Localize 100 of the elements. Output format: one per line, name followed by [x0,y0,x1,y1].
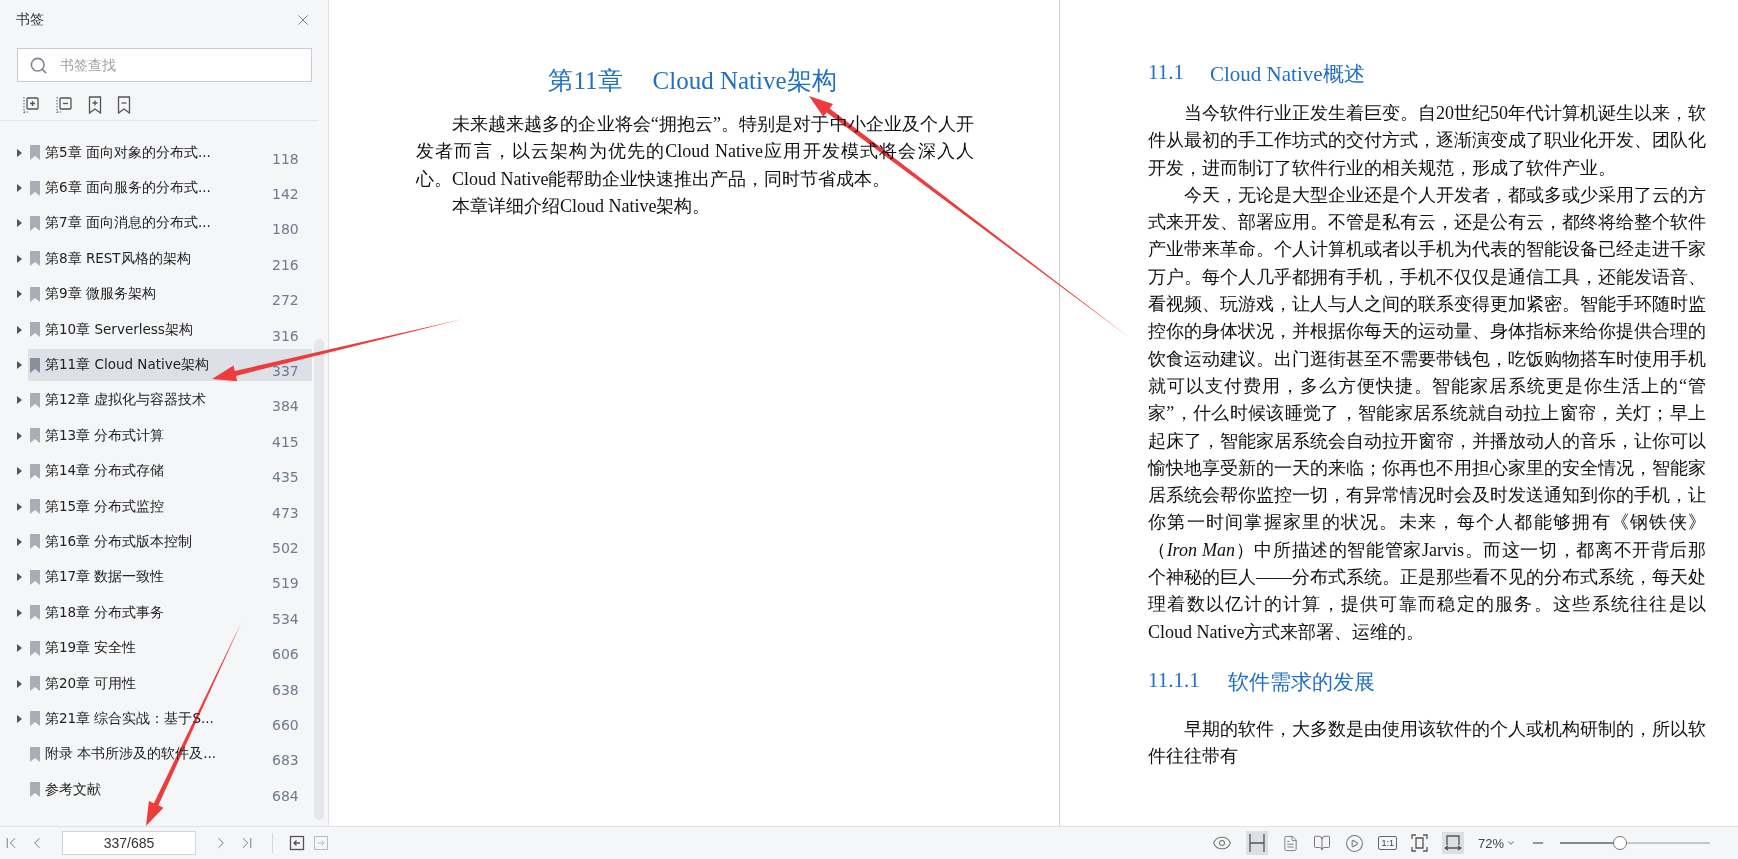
page-number: 435 [272,468,300,486]
bookmark-title: 第14章 分布式存储 [45,462,166,481]
play-icon[interactable] [1345,833,1365,853]
expand-caret-icon[interactable] [16,183,23,194]
expand-caret-icon[interactable] [16,572,23,583]
fit-page-icon[interactable] [1410,834,1428,852]
bookmark-title: 第18章 分布式事务 [45,603,166,622]
actual-size-button[interactable]: 1:1 [1378,836,1397,850]
bookmark-title: 第11章 Cloud Native架构 [45,356,211,375]
fit-width-icon[interactable] [1441,832,1464,854]
expand-caret-icon[interactable] [16,253,23,264]
bookmark-title: 第20章 可用性 [45,674,138,693]
two-page-icon[interactable] [1313,834,1332,852]
page-number: 519 [272,574,300,592]
body-paragraph: 今天，无论是大型企业还是个人开发者，都或多或少采用了云的方式来开发、部署应用。不管是私有云，还是公有云，都终将给整个软件产业带来革命。个人计算机或者以手机为代表的智能设备已经走进千家万户。每个人几乎都拥有手机，手机不仅仅是通信工具，还能发语音、看视频、玩游戏，让人与人之间的联系变得更加紧密。智能手环随时监控你的身体状况，并根据你每天的运动量、身体指标来给你提供合理的饮食运动建议。出门逛街甚至不需要带钱包，吃饭购物搭车时使用手机就可以支付费用，多么方便快捷。智能家居系统更是你生活上的“管家”，什么时候该睡觉了，智能家居系统就自动拉上窗帘，关灯；早上起床了，智能家居系统会自动拉开窗帘，并播放动人的音乐，让你可以愉快地享受新的一天的来临；你再也不用担心家里的安全情况，智能家居系统会帮你监控一切，有异常情况时会及时发送通知到你的手机，让你第一时间掌握家里的状况。未来，每个人都能够拥有《钢铁侠》（Iron Man）中所描述的智能管家Jarvis。而这一切，都离不开背后那个神秘的巨人——分布式系统。正是那些看不见的分布式系统，每天处理着数以亿计的计算，提供可靠而稳定的服务。这些系统往往是以Cloud Native方式来部署、运维的。 [1148,183,1706,644]
page-number: 180 [272,220,300,238]
body-paragraph: 当今软件行业正发生着巨变。自20世纪50年代计算机诞生以来，软件从最初的手工作坊式的交付方式，逐渐演变成了职业化开发、团队化开发，进而制订了软件行业的相关规范，形成了软件产业。 [1148,102,1706,180]
remove-bookmark-icon[interactable] [117,96,131,114]
search-field[interactable]: 书签查找 [17,48,312,82]
expand-all-icon[interactable] [22,96,40,114]
body-paragraph: 本章详细介绍Cloud Native架构。 [451,194,712,218]
page-number: 534 [272,609,300,627]
bookmark-icon [30,428,40,444]
bookmark-icon [30,322,40,338]
page-number: 337 [272,362,300,380]
expand-caret-icon[interactable] [16,607,23,618]
bookmark-title: 第5章 面向对象的分布式... [45,143,212,162]
slider-thumb[interactable] [1613,836,1627,850]
bookmark-title: 第8章 REST风格的架构 [45,249,192,268]
expand-caret-icon[interactable] [16,537,23,547]
expand-caret-icon[interactable] [16,324,23,335]
bookmark-title: 第15章 分布式监控 [45,497,166,516]
bookmark-item[interactable]: 第5章 面向对象的分布式... 118 [28,136,312,169]
expand-caret-icon[interactable] [16,147,23,158]
panel-title: 书签 [16,11,44,29]
bookmark-item[interactable]: 第6章 面向服务的分布式... 142 [28,172,312,205]
section-title: 软件需求的发展 [1227,668,1375,696]
expand-caret-icon[interactable] [16,713,23,724]
expand-caret-icon[interactable] [16,501,23,512]
page-number-field[interactable]: 337/685 [62,831,196,855]
expand-caret-icon[interactable] [16,289,23,300]
scrollbar[interactable] [314,339,324,820]
expand-caret-icon[interactable] [16,360,23,371]
bookmark-icon [30,145,40,161]
bookmark-icon [30,534,40,550]
collapse-all-icon[interactable] [55,96,73,114]
page-number: 415 [272,432,300,450]
page-number: 638 [272,680,300,698]
bookmark-title: 第19章 安全性 [45,639,138,658]
expand-caret-icon[interactable] [16,466,23,477]
bookmark-icon [30,569,40,585]
bookmark-item[interactable]: 第14章 分布式存储 435 [28,455,312,488]
bookmark-icon [30,180,40,196]
bookmark-item[interactable]: 第15章 分布式监控 473 [28,490,312,523]
page-number: 118 [272,149,300,167]
bookmark-item[interactable]: 第11章 Cloud Native架构 337 [28,349,312,382]
bookmark-icon [30,286,40,302]
bookmark-icon [30,215,40,231]
bookmark-item[interactable]: 参考文献 684 [28,773,312,806]
page-number: 684 [272,786,300,804]
bookmark-icon [30,392,40,408]
bookmark-item[interactable]: 第7章 面向消息的分布式... 180 [28,207,312,240]
page-number: 502 [272,539,300,556]
expand-caret-icon[interactable] [16,678,23,689]
zoom-slider[interactable] [1560,836,1710,850]
bookmark-icon [30,463,40,479]
continuous-scroll-icon[interactable] [1246,831,1269,855]
bookmark-icon [30,640,40,656]
bookmark-icon [30,499,40,515]
chapter-title: Cloud Native架构 [652,66,837,96]
bookmark-icon [30,711,40,727]
back-icon[interactable] [289,835,305,851]
bookmark-item[interactable]: 第18章 分布式事务 534 [28,596,312,629]
page-number: 316 [272,326,300,344]
bookmark-title: 第7章 面向消息的分布式... [45,214,212,233]
bookmark-icon [30,676,40,692]
bookmark-item[interactable]: 第20章 可用性 638 [28,667,312,700]
bookmark-item[interactable]: 第8章 REST风格的架构 216 [28,242,312,275]
bookmark-item[interactable]: 第19章 安全性 606 [28,632,312,665]
bookmark-title: 第9章 微服务架构 [45,285,157,304]
bookmark-item[interactable]: 第10章 Serverless架构 316 [28,313,312,346]
single-page-icon[interactable] [1282,834,1300,852]
add-bookmark-icon[interactable] [88,96,102,114]
bookmark-title: 参考文献 [45,780,102,799]
section-number: 11.1 [1148,60,1184,86]
bookmark-item[interactable]: 第16章 分布式版本控制 502 [28,526,312,558]
bookmark-title: 第13章 分布式计算 [45,426,166,445]
bookmark-item[interactable]: 第17章 数据一致性 519 [28,561,312,594]
expand-caret-icon[interactable] [16,430,23,441]
zoom-dropdown[interactable]: 72% [1477,835,1516,851]
bookmark-icon [30,782,40,798]
expand-caret-icon[interactable] [16,643,23,654]
expand-caret-icon[interactable] [16,395,23,406]
section-title: Cloud Native概述 [1210,61,1365,88]
chapter-number: 第11章 [548,66,623,96]
bookmark-item[interactable]: 第12章 虚拟化与容器技术 384 [28,384,312,417]
page-number: 384 [272,397,300,415]
bookmark-item[interactable]: 第13章 分布式计算 415 [28,419,312,452]
bookmark-item[interactable]: 第9章 微服务架构 272 [28,278,312,311]
expand-caret-icon[interactable] [16,218,23,229]
